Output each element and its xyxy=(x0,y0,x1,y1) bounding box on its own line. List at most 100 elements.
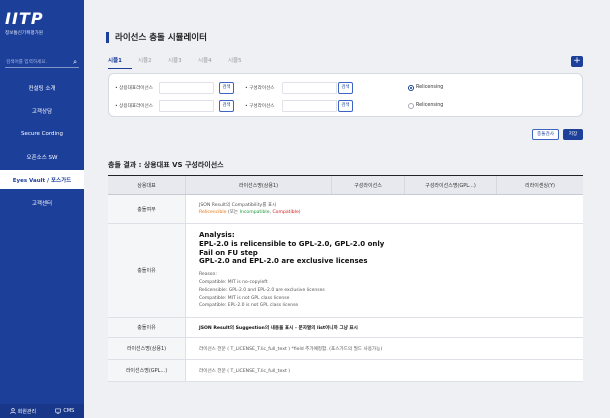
reason-line: Reason: xyxy=(199,272,217,278)
logo-text: IITP xyxy=(5,9,44,28)
sidebar-item-secure-coding[interactable]: Secure Cording xyxy=(0,124,84,143)
row-label: 라이선스명(GPL...) xyxy=(108,360,186,381)
tab-sim5[interactable]: 시뮬5 xyxy=(228,56,258,69)
header-relicensing: 리라이센싱(Y) xyxy=(525,182,555,189)
relicensing-label: Relicensing xyxy=(416,85,444,90)
sidebar-item-label: Secure Cording xyxy=(20,130,64,137)
sidebar-item-label: 고객상담 xyxy=(31,108,53,115)
logo-subtitle: 정보통신기획평가원 xyxy=(5,31,44,36)
header-commercial: 상용대표 xyxy=(108,176,186,194)
form-row-2: • 상용대표라이선스 검색 • 구성라이선스 검색 Relicensing xyxy=(109,99,584,113)
analysis-line: GPL-2.0 and EPL-2.0 are exclusive licens… xyxy=(199,257,368,266)
tab-sim4[interactable]: 시뮬4 xyxy=(198,56,228,69)
commercial-license-label-text: 상용대표라이선스 xyxy=(119,86,153,91)
member-management-label: 회원관리 xyxy=(17,408,37,415)
commercial-license-input[interactable] xyxy=(159,82,214,94)
row-label: 충돌여부 xyxy=(108,195,186,223)
logo[interactable]: IITP 정보통신기획평가원 xyxy=(5,9,79,37)
sidebar-menu: 컨설팅 소개 고객상담 Secure Cording 오픈소스 SW Eyes … xyxy=(0,78,84,216)
component-license-label-text: 구성라이선스 xyxy=(249,86,275,91)
table-row: 충돌이유 Analysis: EPL-2.0 is relicensible t… xyxy=(108,224,583,318)
sidebar-item-label: 컨설팅 소개 xyxy=(28,85,56,92)
table-header: 상용대표 라이선스명(상용1) 구성라이선스 구성라이선스명(GPL...) 리… xyxy=(108,176,583,195)
compat-description: JSON Result의 Compatibility를 표시 xyxy=(199,203,277,208)
add-tab-button[interactable]: + xyxy=(571,56,583,67)
sidebar-item-label: 오픈소스 SW xyxy=(26,154,58,161)
form-row-1: • 상용대표라이선스 검색 • 구성라이선스 검색 Relicensing xyxy=(109,81,584,95)
commercial-license-search-button[interactable]: 검색 xyxy=(219,82,234,94)
reason-line: Relicensible: GPL-2.0 and EPL-2.0 are ex… xyxy=(199,287,325,293)
commercial-license-label: • 상용대표라이선스 xyxy=(115,86,153,91)
result-table: 상용대표 라이선스명(상용1) 구성라이선스 구성라이선스명(GPL...) 리… xyxy=(108,175,583,382)
sidebar-search[interactable]: 검색어를 입력하세요. ⌕ xyxy=(5,57,79,68)
component-license-label: • 구성라이선스 xyxy=(245,104,275,109)
page-title: 라이선스 충돌 시뮬레이터 xyxy=(115,33,207,43)
save-button[interactable]: 저장 xyxy=(563,129,583,140)
tab-sim3[interactable]: 시뮬3 xyxy=(168,56,198,69)
header-license-name-commercial: 라이선스명(상용1) xyxy=(186,176,332,194)
row-suggestion-body: JSON Result의 Suggestion의 내용을 표시 - 문자열의 l… xyxy=(186,318,583,337)
table-row: 충돌여부 JSON Result의 Compatibility를 표시 Reli… xyxy=(108,195,583,224)
sidebar-item-customer-center[interactable]: 고객센터 xyxy=(0,193,84,212)
cms-link[interactable]: CMS xyxy=(55,408,74,414)
sidebar-item-open-source[interactable]: 오픈소스 SW xyxy=(0,147,84,166)
row-label: 충돌이유 xyxy=(108,318,186,337)
commercial-license-search-button[interactable]: 검색 xyxy=(219,100,234,112)
sidebar-item-label: 고객센터 xyxy=(31,200,53,207)
relicensible-text: Relicencible xyxy=(199,210,227,215)
sidebar-footer: 회원관리 CMS xyxy=(0,404,84,418)
compat-values: Relicencible (또는 Incompatible, Compatibl… xyxy=(199,209,583,216)
relicensing-radio[interactable] xyxy=(408,103,414,109)
monitor-icon xyxy=(55,408,62,414)
row-license2-body: 라이선스 전문 ( T_LICENSE_T.lic_full_text ) xyxy=(186,360,583,381)
relicensing-radio[interactable] xyxy=(408,85,414,91)
search-icon[interactable]: ⌕ xyxy=(73,58,77,66)
cms-label: CMS xyxy=(63,408,75,414)
sidebar-item-eyes-vault[interactable]: Eyes Vault / 포스가드 xyxy=(0,170,84,189)
license-input-form: • 상용대표라이선스 검색 • 구성라이선스 검색 Relicensing • … xyxy=(108,73,583,117)
incompatible-text: Incompatible xyxy=(239,210,270,215)
reason-line: Compatible: MIT is not GPL class license xyxy=(199,295,290,301)
tab-sim2[interactable]: 시뮬2 xyxy=(138,56,168,69)
row-reason-body: Analysis: EPL-2.0 is relicensible to GPL… xyxy=(186,224,583,317)
compat-sep-3: ) xyxy=(298,210,301,215)
result-title: 충돌 결과 : 상용대표 VS 구성라이선스 xyxy=(108,161,224,169)
component-license-label-text: 구성라이선스 xyxy=(249,104,275,109)
table-row: 라이선스명(상용1) 라이선스 전문 ( T_LICENSE_T.lic_ful… xyxy=(108,338,583,360)
row-label: 충돌이유 xyxy=(108,224,186,317)
license2-text: 라이선스 전문 ( T_LICENSE_T.lic_full_text ) xyxy=(199,368,291,374)
component-license-search-button[interactable]: 검색 xyxy=(338,82,353,94)
row-label: 라이선스명(상용1) xyxy=(108,338,186,359)
search-input[interactable]: 검색어를 입력하세요. xyxy=(6,59,47,65)
compatible-text: Compatible xyxy=(272,210,299,215)
commercial-license-label-text: 상용대표라이선스 xyxy=(119,104,153,109)
reason-line: Compatible: EPL-2.0 is not GPL class lic… xyxy=(199,303,299,309)
table-row: 충돌이유 JSON Result의 Suggestion의 내용을 표시 - 문… xyxy=(108,318,583,338)
header-component-license-name: 구성라이선스명(GPL...) xyxy=(405,176,497,194)
header-component-license: 구성라이선스 xyxy=(332,176,405,194)
license1-text: 라이선스 전문 ( T_LICENSE_T.lic_full_text ) *f… xyxy=(199,346,383,352)
commercial-license-input[interactable] xyxy=(159,100,214,112)
suggestion-text: JSON Result의 Suggestion의 내용을 표시 - 문자열의 l… xyxy=(199,325,358,331)
sidebar-item-customer-consult[interactable]: 고객상담 xyxy=(0,101,84,120)
analysis-heading: Analysis: xyxy=(199,231,235,239)
commercial-license-label: • 상용대표라이선스 xyxy=(115,104,153,109)
main-content: 라이선스 충돌 시뮬레이터 시뮬1 시뮬2 시뮬3 시뮬4 시뮬5 + • 상용… xyxy=(84,0,610,418)
title-accent-bar xyxy=(106,32,109,43)
component-license-input[interactable] xyxy=(282,82,337,94)
member-management-link[interactable]: 회원관리 xyxy=(9,408,37,415)
component-license-search-button[interactable]: 검색 xyxy=(338,100,353,112)
analysis-line: Fail on FU step xyxy=(199,248,258,257)
sidebar-item-label: Eyes Vault / 포스가드 xyxy=(12,177,72,184)
relicensing-label: Relicensing xyxy=(416,103,444,108)
conflict-check-button[interactable]: 충돌검사 xyxy=(532,129,559,140)
row-license1-body: 라이선스 전문 ( T_LICENSE_T.lic_full_text ) *f… xyxy=(186,338,583,359)
sidebar-item-consulting[interactable]: 컨설팅 소개 xyxy=(0,78,84,97)
component-license-input[interactable] xyxy=(282,100,337,112)
sidebar: IITP 정보통신기획평가원 검색어를 입력하세요. ⌕ 컨설팅 소개 고객상담… xyxy=(0,0,84,418)
reason-line: Compatible: MIT is no-copyleft xyxy=(199,279,268,285)
tab-sim1[interactable]: 시뮬1 xyxy=(108,56,132,69)
analysis-line: EPL-2.0 is relicensible to GPL-2.0, GPL-… xyxy=(199,239,385,248)
compat-sep-1: (또는 xyxy=(226,210,240,215)
simulation-tabs: 시뮬1 시뮬2 시뮬3 시뮬4 시뮬5 xyxy=(108,56,258,69)
